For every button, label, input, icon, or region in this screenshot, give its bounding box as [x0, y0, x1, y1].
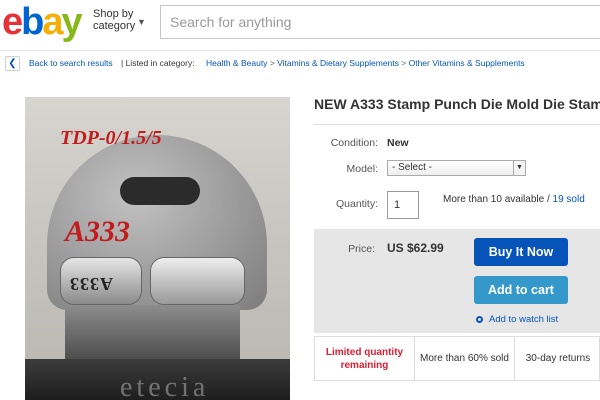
breadcrumb-separator: >: [269, 58, 275, 68]
quantity-label: Quantity:: [335, 198, 378, 210]
quantity-input[interactable]: 1: [387, 191, 419, 219]
logo-letter-b: b: [21, 1, 44, 43]
dropdown-arrow-icon: ▼: [513, 161, 525, 175]
limited-quantity-badge: Limited quantity remaining: [315, 337, 415, 380]
logo-letter-a: a: [42, 1, 63, 43]
ebay-logo[interactable]: ebay: [2, 1, 83, 43]
sold-percent-badge: More than 60% sold: [415, 337, 515, 380]
punch-tip-right: [150, 257, 245, 305]
availability-count: More than 10 available /: [443, 194, 553, 205]
category-label: category: [93, 20, 136, 32]
listing-title: NEW A333 Stamp Punch Die Mold Die Stampi…: [314, 96, 600, 112]
breadcrumb-separator: >: [401, 58, 407, 68]
product-photo[interactable]: A333 TDP-0/1.5/5 A333 etecia: [25, 97, 290, 400]
watch-list-label: Add to watch list: [489, 314, 559, 325]
price-value: US $62.99: [387, 241, 444, 255]
listing-stats: Limited quantity remaining More than 60% …: [314, 336, 600, 381]
buy-it-now-button[interactable]: Buy It Now: [474, 238, 568, 266]
breadcrumb-item-other-vitamins[interactable]: Other Vitamins & Supplements: [409, 58, 525, 68]
price-label: Price:: [348, 243, 375, 255]
eye-icon: [476, 316, 483, 323]
breadcrumb-item-vitamins[interactable]: Vitamins & Dietary Supplements: [277, 58, 399, 68]
watermark: etecia: [120, 372, 210, 400]
limited-quantity-text: Limited quantity remaining: [326, 346, 403, 372]
model-select[interactable]: - Select - ▼: [387, 160, 526, 176]
header: ebay Shop by category ▼: [0, 0, 600, 46]
logo-letter-e: e: [2, 1, 23, 43]
die-slot: [120, 177, 200, 205]
listed-in-text: Listed in category:: [125, 58, 195, 68]
engraved-text: A333: [69, 274, 113, 294]
product-image-panel: A333 TDP-0/1.5/5 A333 etecia: [0, 95, 300, 400]
returns-badge: 30-day returns: [525, 353, 591, 364]
condition-label: Condition:: [330, 137, 378, 149]
chevron-down-icon: ▼: [137, 17, 146, 27]
model-label: Model:: [346, 163, 378, 175]
category-path: Health & Beauty > Vitamins & Dietary Sup…: [206, 51, 525, 75]
sold-count-link[interactable]: 19 sold: [553, 194, 585, 205]
shop-by-category-button[interactable]: Shop by category ▼: [93, 8, 146, 32]
limited-line1: Limited quantity: [325, 346, 404, 358]
divider: [314, 124, 600, 125]
add-to-watch-list-link[interactable]: Add to watch list: [476, 314, 558, 325]
limited-line2: remaining: [340, 359, 389, 371]
shop-by-label: Shop by: [93, 8, 134, 20]
breadcrumb: ❮ Back to search results | Listed in cat…: [0, 50, 600, 76]
condition-value: New: [387, 137, 409, 149]
search-box: [160, 5, 600, 39]
availability-text: More than 10 available / 19 sold: [443, 194, 585, 205]
back-to-search-link[interactable]: Back to search results: [29, 51, 113, 75]
logo-letter-y: y: [61, 1, 83, 43]
listed-in-label: | Listed in category:: [121, 58, 195, 68]
back-arrow-icon[interactable]: ❮: [5, 56, 20, 71]
search-input[interactable]: [161, 6, 600, 38]
add-to-cart-button[interactable]: Add to cart: [474, 276, 568, 304]
overlay-code-text: TDP-0/1.5/5: [60, 127, 162, 149]
model-selected-value: - Select -: [392, 162, 433, 173]
overlay-name-text: A333: [65, 215, 131, 248]
breadcrumb-item-health-beauty[interactable]: Health & Beauty: [206, 58, 267, 68]
die-base: [65, 305, 240, 360]
